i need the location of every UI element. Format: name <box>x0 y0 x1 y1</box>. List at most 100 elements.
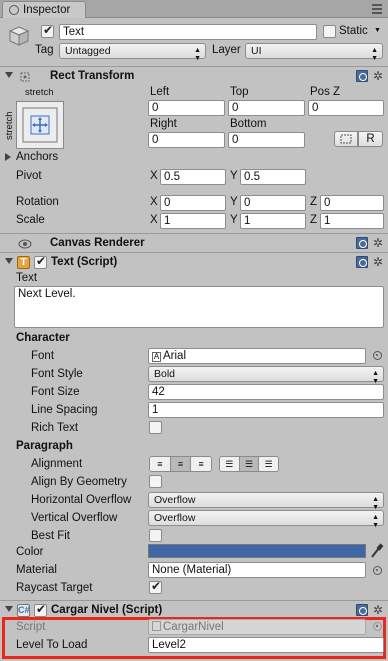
inspector-tab[interactable]: Inspector <box>2 1 86 18</box>
scale-y-input[interactable]: 1 <box>240 213 306 229</box>
align-center-icon[interactable]: ≡ <box>170 457 192 471</box>
anchor-presets-button[interactable] <box>16 101 64 149</box>
h-overflow-value: Overflow <box>154 494 196 506</box>
rotation-z-input[interactable]: 0 <box>320 195 384 211</box>
static-dropdown-arrow[interactable]: ▼ <box>374 27 381 34</box>
blueprint-mode-button[interactable] <box>334 131 358 147</box>
layer-dropdown[interactable]: UI ▲ ▼ <box>245 43 383 62</box>
gear-icon[interactable]: ✲ <box>373 604 383 616</box>
bottom-input[interactable]: 0 <box>228 132 305 148</box>
anchors-label[interactable]: Anchors <box>16 151 58 163</box>
best-fit-checkbox[interactable] <box>149 529 162 542</box>
align-bottom-icon[interactable]: ☰ <box>259 457 278 471</box>
fold-arrow-icon[interactable] <box>5 258 13 264</box>
color-swatch[interactable] <box>148 544 366 558</box>
tag-label: Tag <box>35 44 54 56</box>
font-style-label: Font Style <box>31 368 83 380</box>
font-asset-icon: A <box>152 352 161 362</box>
inspector-tab-bar: Inspector <box>0 0 388 18</box>
line-spacing-input[interactable]: 1 <box>148 402 384 418</box>
vertical-alignment-group: ☰ ☰ ☰ <box>219 456 279 472</box>
h-overflow-label: Horizontal Overflow <box>31 494 132 506</box>
top-input[interactable]: 0 <box>228 100 305 116</box>
anchors-fold-icon[interactable] <box>5 153 11 161</box>
chevron-down-icon: ▲ ▼ <box>371 47 378 62</box>
help-book-icon[interactable] <box>356 604 368 616</box>
tab-menu-icon[interactable] <box>372 4 382 14</box>
left-input[interactable]: 0 <box>148 100 225 116</box>
canvas-renderer-icon <box>18 237 32 250</box>
h-overflow-dropdown[interactable]: Overflow ▲ ▼ <box>148 492 384 511</box>
font-style-dropdown[interactable]: Bold ▲ ▼ <box>148 366 384 385</box>
rotation-label: Rotation <box>16 196 59 208</box>
align-geometry-checkbox[interactable] <box>149 475 162 488</box>
rotation-y-label: Y <box>230 196 238 208</box>
object-picker-icon[interactable] <box>373 566 382 575</box>
layer-label: Layer <box>212 44 241 56</box>
help-book-icon[interactable] <box>356 237 368 249</box>
pivot-label: Pivot <box>16 170 42 182</box>
csharp-script-icon: C# <box>17 604 30 617</box>
scale-label: Scale <box>16 214 45 226</box>
bottom-label: Bottom <box>230 118 267 130</box>
canvas-renderer-title: Canvas Renderer <box>50 237 145 249</box>
gear-icon[interactable]: ✲ <box>373 256 383 268</box>
chevron-down-icon: ▲ ▼ <box>372 514 379 529</box>
object-picker-icon[interactable] <box>373 351 382 360</box>
active-checkbox[interactable] <box>41 23 54 38</box>
rotation-x-input[interactable]: 0 <box>160 195 226 211</box>
text-label: Text <box>16 272 38 284</box>
script-asset-icon <box>152 621 161 631</box>
text-area[interactable]: Next Level. <box>14 286 384 328</box>
help-book-icon[interactable] <box>356 70 368 82</box>
fold-arrow-icon[interactable] <box>5 72 13 78</box>
align-left-icon[interactable]: ≡ <box>150 457 171 471</box>
tag-dropdown[interactable]: Untagged ▲ ▼ <box>59 43 206 62</box>
raycast-checkbox[interactable] <box>149 579 162 594</box>
raw-edit-button[interactable]: R <box>358 131 383 147</box>
gear-icon[interactable]: ✲ <box>373 237 383 249</box>
v-overflow-dropdown[interactable]: Overflow ▲ ▼ <box>148 510 384 529</box>
text-script-header[interactable]: T Text (Script) ✲ <box>0 252 388 272</box>
scale-y-label: Y <box>230 214 238 226</box>
font-size-input[interactable]: 42 <box>148 384 384 400</box>
help-book-icon[interactable] <box>356 256 368 268</box>
top-label: Top <box>230 86 249 98</box>
script-value: CargarNivel <box>163 621 224 633</box>
tag-value: Untagged <box>65 45 111 57</box>
font-size-label: Font Size <box>31 386 80 398</box>
fold-arrow-icon[interactable] <box>5 606 13 612</box>
pivot-x-input[interactable]: 0.5 <box>160 169 226 185</box>
rich-text-label: Rich Text <box>31 422 79 434</box>
scale-x-input[interactable]: 1 <box>160 213 226 229</box>
font-field[interactable]: A Arial <box>148 348 366 364</box>
v-overflow-label: Vertical Overflow <box>31 512 118 524</box>
scale-x-label: X <box>150 214 158 226</box>
rotation-x-label: X <box>150 196 158 208</box>
align-middle-icon[interactable]: ☰ <box>239 457 260 471</box>
canvas-renderer-header[interactable]: Canvas Renderer ✲ <box>0 233 388 253</box>
rich-text-checkbox[interactable] <box>149 421 162 434</box>
gear-icon[interactable]: ✲ <box>373 70 383 82</box>
material-field[interactable]: None (Material) <box>148 562 366 578</box>
best-fit-label: Best Fit <box>31 530 70 542</box>
right-input[interactable]: 0 <box>148 132 225 148</box>
cargar-nivel-title: Cargar Nivel (Script) <box>51 604 163 616</box>
align-top-icon[interactable]: ☰ <box>220 457 240 471</box>
static-checkbox[interactable] <box>323 25 336 38</box>
cargar-enabled-checkbox[interactable] <box>34 602 47 617</box>
scale-z-input[interactable]: 1 <box>320 213 384 229</box>
layer-value: UI <box>251 45 262 57</box>
pivot-y-input[interactable]: 0.5 <box>240 169 306 185</box>
posz-input[interactable]: 0 <box>308 100 384 116</box>
text-enabled-checkbox[interactable] <box>34 254 47 269</box>
rotation-y-input[interactable]: 0 <box>240 195 306 211</box>
level-to-load-input[interactable]: Level2 <box>148 637 384 653</box>
rect-transform-icon <box>18 70 31 83</box>
align-right-icon[interactable]: ≡ <box>191 457 211 471</box>
text-script-title: Text (Script) <box>51 256 118 268</box>
font-value: Arial <box>163 350 187 362</box>
rect-transform-header[interactable]: Rect Transform ✲ <box>0 66 388 86</box>
eyedropper-icon[interactable] <box>370 543 384 559</box>
object-name-input[interactable]: Text <box>59 24 317 40</box>
